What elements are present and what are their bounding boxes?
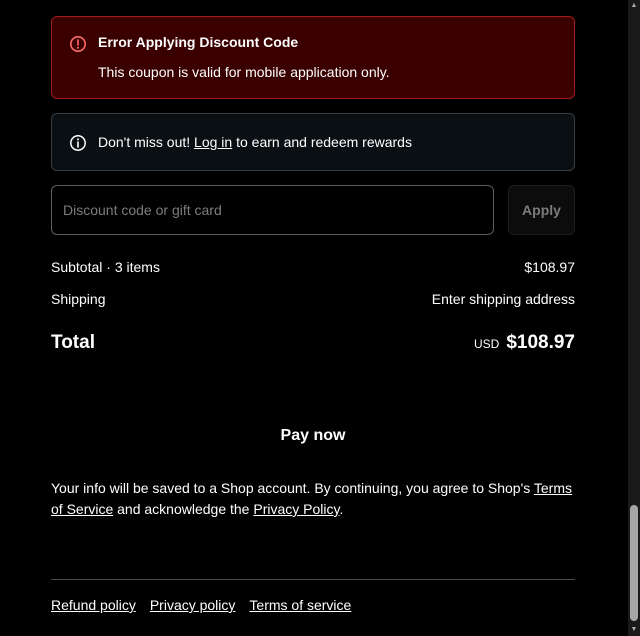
error-title: Error Applying Discount Code xyxy=(98,34,299,50)
legal-notice: Your info will be saved to a Shop accoun… xyxy=(51,478,575,520)
legal-text-1: Your info will be saved to a Shop accoun… xyxy=(51,480,534,496)
shipping-label: Shipping xyxy=(51,291,106,307)
total-amount: USD $108.97 xyxy=(474,332,575,354)
discount-code-input[interactable] xyxy=(51,185,494,235)
scroll-thumb[interactable] xyxy=(630,505,638,621)
scrollbar[interactable]: ▲ ▼ xyxy=(628,0,640,636)
error-message: This coupon is valid for mobile applicat… xyxy=(98,64,390,80)
terms-of-service-link[interactable]: Terms of service xyxy=(249,597,351,613)
privacy-policy-link[interactable]: Privacy policy xyxy=(150,597,236,613)
login-link[interactable]: Log in xyxy=(194,134,232,150)
alert-circle-icon xyxy=(70,36,86,52)
discount-error-alert: Error Applying Discount Code This coupon… xyxy=(51,16,575,99)
refund-policy-link[interactable]: Refund policy xyxy=(51,597,136,613)
scroll-up-icon[interactable]: ▲ xyxy=(628,0,640,12)
subtotal-label: Subtotal · 3 items xyxy=(51,259,160,275)
legal-text-3: . xyxy=(339,501,344,517)
total-label: Total xyxy=(51,332,95,353)
rewards-info-alert: Don't miss out! Log in to earn and redee… xyxy=(51,113,575,171)
footer-divider xyxy=(51,579,575,580)
rewards-suffix: to earn and redeem rewards xyxy=(232,134,412,150)
subtotal-value: $108.97 xyxy=(524,259,575,275)
checkout-page: Error Applying Discount Code This coupon… xyxy=(0,0,640,636)
rewards-prefix: Don't miss out! xyxy=(98,134,195,150)
policy-footer: Refund policy Privacy policy Terms of se… xyxy=(51,597,351,613)
privacy-link[interactable]: Privacy Policy xyxy=(253,501,339,517)
currency-code: USD xyxy=(473,337,500,351)
pay-now-button[interactable]: Pay now xyxy=(51,412,575,460)
apply-button[interactable]: Apply xyxy=(508,185,575,235)
info-circle-icon xyxy=(70,135,86,151)
shipping-value: Enter shipping address xyxy=(431,291,575,307)
legal-text-2: and acknowledge the xyxy=(113,501,254,517)
rewards-message: Don't miss out! Log in to earn and redee… xyxy=(98,134,412,150)
total-value: $108.97 xyxy=(506,332,575,353)
scroll-down-icon[interactable]: ▼ xyxy=(628,624,640,636)
